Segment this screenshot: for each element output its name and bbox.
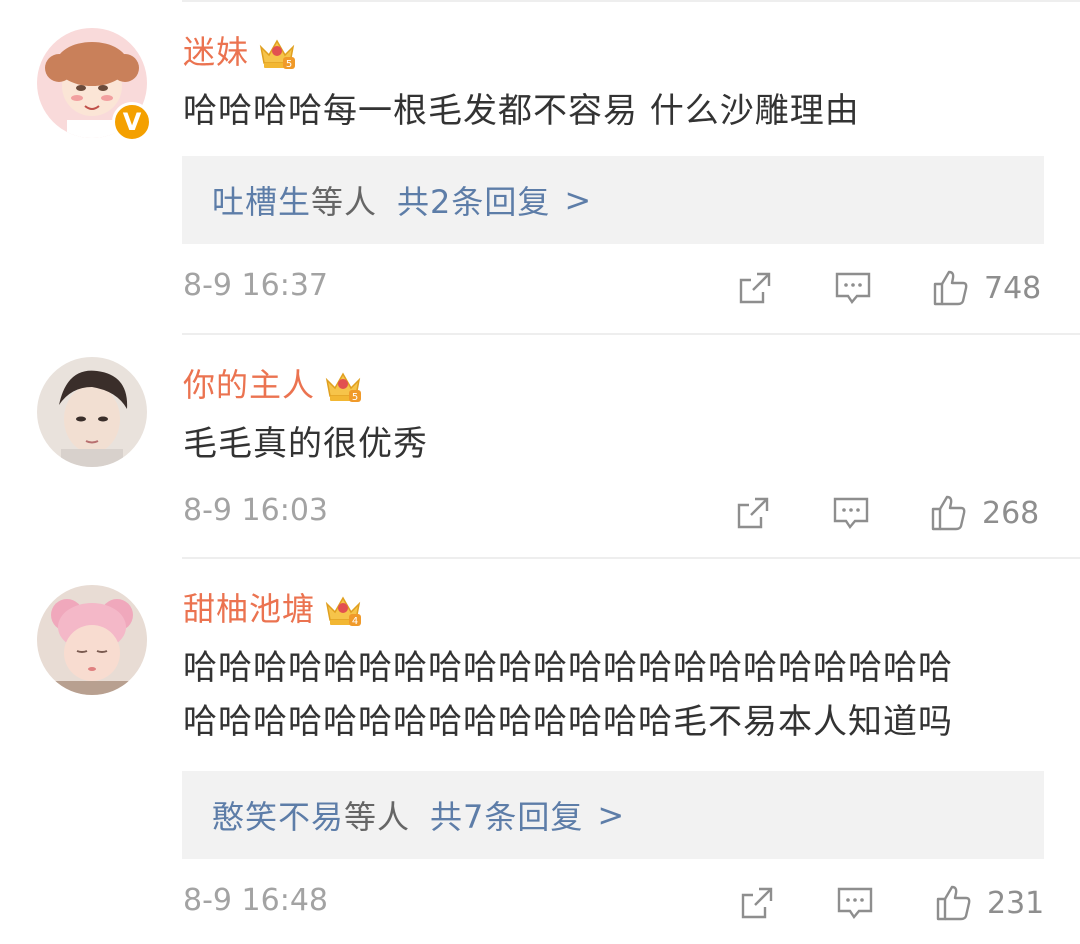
username[interactable]: 你的主人 (183, 365, 315, 405)
svg-text:4: 4 (352, 616, 358, 627)
reply-count[interactable]: 共7条回复 (430, 792, 583, 838)
comment-text: 哈哈哈哈每一根毛发都不容易 什么沙雕理由 (183, 91, 860, 131)
crown-badge-icon: 5 (259, 39, 296, 70)
thumbs-up-icon (931, 495, 966, 531)
chevron-right-icon: > (564, 181, 593, 219)
timestamp: 8-9 16:48 (183, 883, 328, 918)
username-row: 你的主人 5 (183, 365, 363, 405)
comment-meta: 8-9 16:03 268 (183, 493, 1044, 533)
comment-text: 毛毛真的很优秀 (183, 424, 428, 464)
like-button[interactable]: 231 (933, 883, 1044, 923)
comment-button[interactable] (835, 883, 875, 923)
comment-text: 哈哈哈哈哈哈哈哈哈哈哈哈哈哈哈哈哈哈哈哈哈哈 哈哈哈哈哈哈哈哈哈哈哈哈哈哈毛不易… (183, 641, 1053, 749)
thumbs-up-icon (933, 270, 968, 306)
comment-button[interactable] (833, 268, 873, 308)
replies-preview[interactable]: 吐槽生 等人 共2条回复 > (182, 156, 1044, 244)
share-icon (741, 887, 773, 919)
comment-item: 甜柚池塘 4 哈哈哈哈哈哈哈哈哈哈哈哈哈哈哈哈哈哈哈哈哈哈 哈哈哈哈哈哈哈哈哈哈… (0, 559, 1080, 944)
comment-meta: 8-9 16:48 231 (183, 883, 1044, 923)
reply-users-suffix: 等人 (344, 798, 411, 836)
comment-icon (835, 272, 871, 305)
username-row: 迷妹 5 (183, 32, 297, 72)
reply-users[interactable]: 吐槽生 (212, 177, 311, 223)
thumbs-up-icon (936, 885, 971, 921)
comment-item: 你的主人 5 毛毛真的很优秀 8-9 16:03 268 (0, 335, 1080, 557)
reply-users-suffix: 等人 (311, 183, 378, 221)
username[interactable]: 甜柚池塘 (183, 589, 315, 629)
share-icon (737, 497, 769, 529)
timestamp: 8-9 16:37 (183, 268, 328, 303)
like-count: 231 (987, 885, 1045, 921)
username-row: 甜柚池塘 4 (183, 589, 363, 629)
replies-preview[interactable]: 憨笑不易 等人 共7条回复 > (182, 771, 1044, 859)
comment-button[interactable] (831, 493, 871, 533)
comment-text-line: 哈哈哈哈哈哈哈哈哈哈哈哈哈哈哈哈哈哈哈哈哈哈 (183, 648, 953, 688)
avatar-image (37, 357, 147, 467)
share-button[interactable] (735, 268, 775, 308)
avatar-image (37, 585, 147, 695)
like-button[interactable]: 748 (930, 268, 1041, 308)
comment-icon (833, 497, 869, 530)
chevron-right-icon: > (597, 796, 626, 834)
verified-badge-icon: V (112, 102, 152, 142)
reply-count[interactable]: 共2条回复 (397, 177, 550, 223)
share-button[interactable] (737, 883, 777, 923)
comment-text-line: 哈哈哈哈哈哈哈哈哈哈哈哈哈哈毛不易本人知道吗 (183, 702, 953, 742)
avatar[interactable] (37, 357, 147, 467)
like-button[interactable]: 268 (928, 493, 1039, 533)
reply-users[interactable]: 憨笑不易 (212, 792, 344, 838)
comment-feed: V 迷妹 5 哈哈哈哈每一根毛发都不容易 什么沙雕理由 吐槽生 等人 共2条回复… (0, 0, 1080, 944)
comment-item: V 迷妹 5 哈哈哈哈每一根毛发都不容易 什么沙雕理由 吐槽生 等人 共2条回复… (0, 0, 1080, 333)
username[interactable]: 迷妹 (183, 32, 249, 72)
crown-badge-icon: 5 (325, 372, 362, 403)
svg-text:5: 5 (352, 392, 358, 403)
share-button[interactable] (733, 493, 773, 533)
comment-meta: 8-9 16:37 748 (183, 268, 1044, 308)
comment-icon (837, 887, 873, 920)
svg-text:5: 5 (286, 59, 292, 70)
like-count: 268 (982, 495, 1040, 531)
like-count: 748 (984, 270, 1042, 306)
crown-badge-icon: 4 (325, 596, 362, 627)
timestamp: 8-9 16:03 (183, 493, 328, 528)
avatar[interactable] (37, 585, 147, 695)
share-icon (739, 272, 771, 304)
